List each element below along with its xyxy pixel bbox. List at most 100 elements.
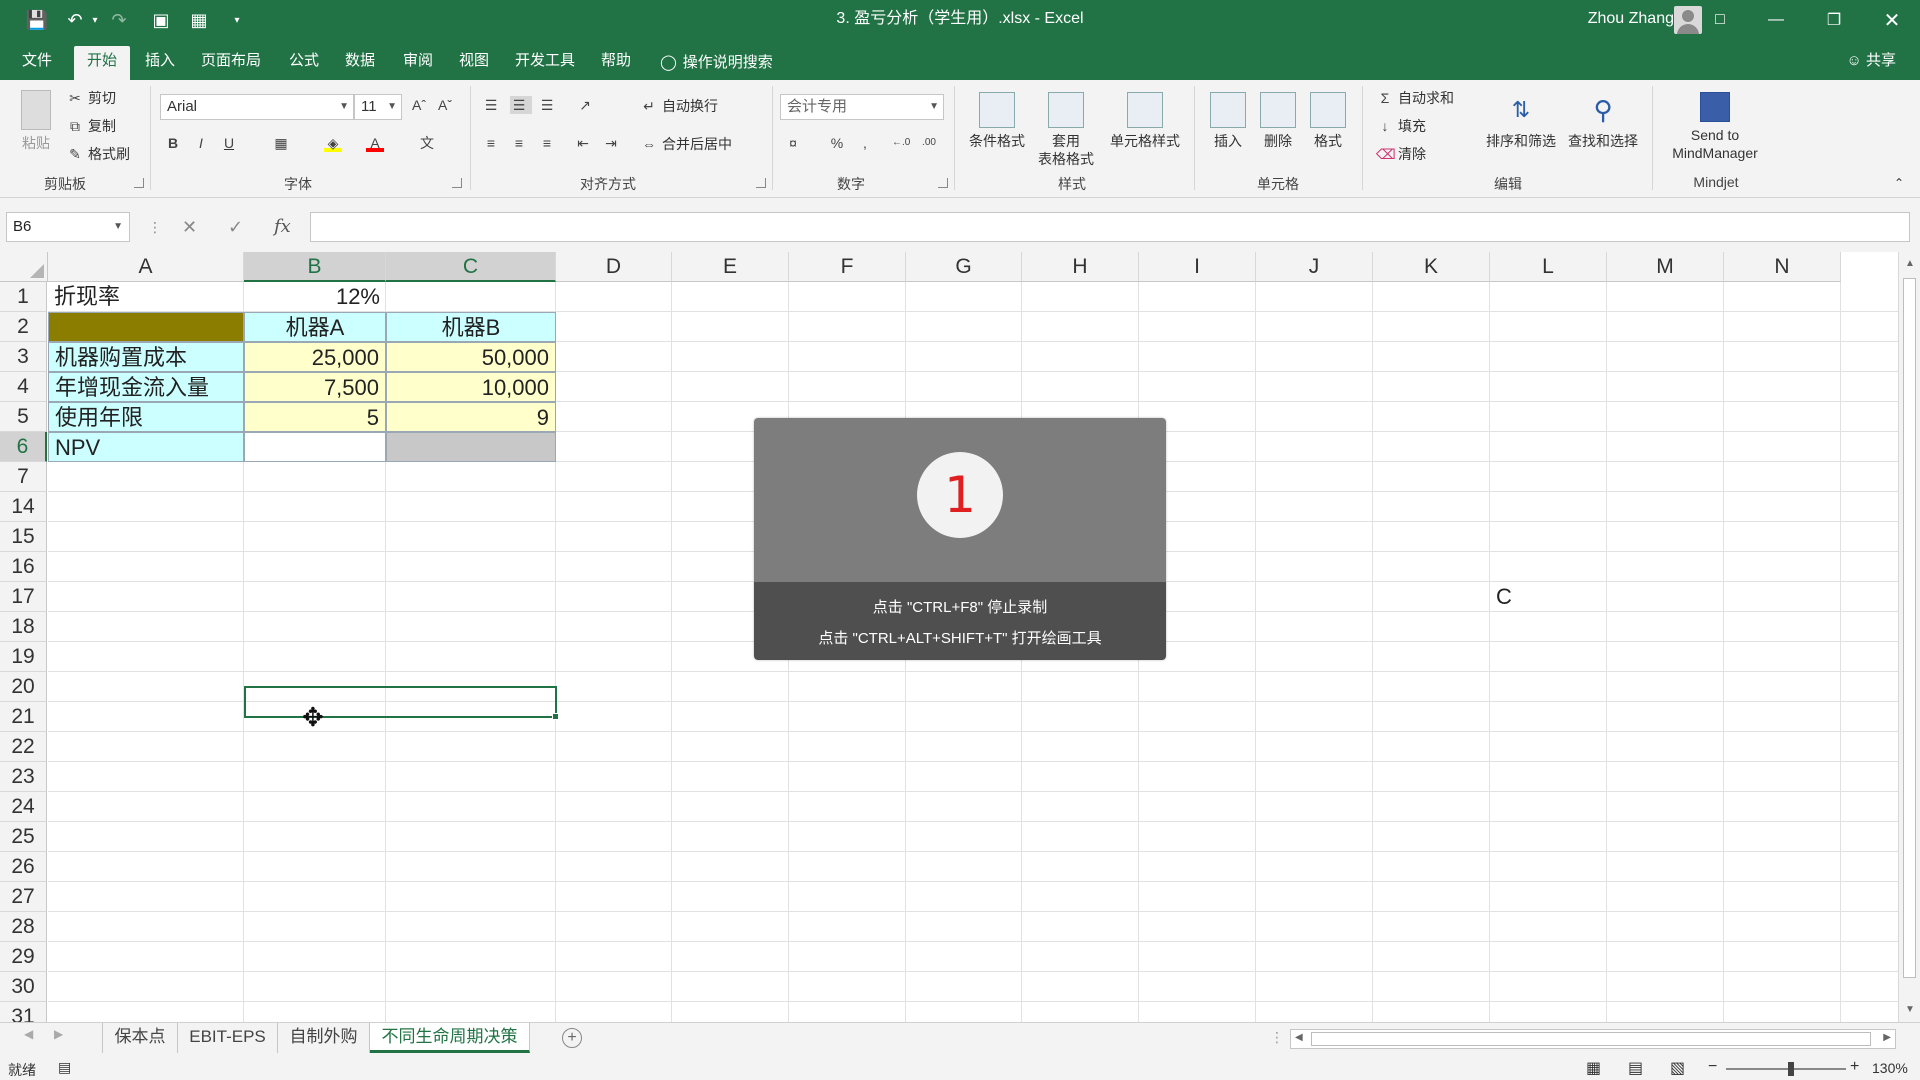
row-header-3[interactable]: 3 — [0, 342, 47, 372]
align-bottom-button[interactable]: ☰ — [538, 96, 560, 114]
align-middle-button[interactable]: ☰ — [510, 96, 532, 114]
tab-page-layout[interactable]: 页面布局 — [196, 46, 266, 80]
row-header-15[interactable]: 15 — [0, 522, 47, 552]
fill-handle[interactable] — [552, 713, 559, 720]
cell-b5[interactable]: 5 — [244, 402, 386, 432]
add-sheet-icon[interactable]: + — [562, 1028, 582, 1048]
zoom-in-icon[interactable]: + — [1850, 1058, 1859, 1076]
column-header-i[interactable]: I — [1139, 252, 1256, 282]
camera-icon[interactable]: ▣ — [146, 0, 176, 40]
tab-file[interactable]: 文件 — [14, 46, 60, 80]
tab-help[interactable]: 帮助 — [596, 46, 636, 80]
alignment-launcher-icon[interactable] — [756, 178, 766, 188]
copy-button[interactable]: ⧉ 复制 — [66, 116, 116, 136]
cell-a4[interactable]: 年增现金流入量 — [48, 372, 244, 402]
cell-c2[interactable]: 机器B — [386, 312, 556, 342]
next-sheet-icon[interactable]: ▶ — [54, 1027, 63, 1041]
tab-developer[interactable]: 开发工具 — [510, 46, 580, 80]
name-box[interactable]: B6 ▼ — [6, 212, 130, 242]
fill-color-button[interactable]: ◈ — [324, 134, 346, 152]
sheet-tab-make-buy[interactable]: 自制外购 — [278, 1023, 370, 1053]
row-header-1[interactable]: 1 — [0, 282, 47, 312]
decrease-decimal-button[interactable]: .00 — [920, 134, 942, 152]
save-icon[interactable]: 💾 — [22, 0, 52, 40]
scroll-left-icon[interactable]: ◀ — [1295, 1032, 1303, 1043]
autosum-button[interactable]: Σ 自动求和 — [1376, 88, 1454, 108]
column-header-c[interactable]: C — [386, 252, 556, 282]
format-cells-button[interactable]: 格式 — [1306, 92, 1350, 150]
vertical-scrollbar[interactable]: ▲ ▼ — [1898, 252, 1920, 1022]
clipboard-launcher-icon[interactable] — [134, 178, 144, 188]
tab-view[interactable]: 视图 — [454, 46, 494, 80]
borders-button[interactable]: ▦ — [272, 134, 294, 152]
user-name[interactable]: Zhou Zhang — [1588, 0, 1674, 40]
row-header-6[interactable]: 6 — [0, 432, 47, 462]
sheet-tab-breakeven[interactable]: 保本点 — [102, 1023, 178, 1053]
orientation-button[interactable]: ↗ — [576, 96, 598, 114]
sheet-tab-lifecycle[interactable]: 不同生命周期决策 — [370, 1023, 530, 1053]
cell-styles-button[interactable]: 单元格样式 — [1104, 92, 1186, 150]
row-header-22[interactable]: 22 — [0, 732, 47, 762]
font-name-select[interactable]: Arial ▼ — [160, 94, 354, 120]
align-center-button[interactable]: ≡ — [510, 134, 532, 152]
shrink-font-button[interactable]: Aˇ — [436, 96, 458, 114]
font-color-button[interactable]: A — [366, 134, 388, 152]
cell-c4[interactable]: 10,000 — [386, 372, 556, 402]
align-top-button[interactable]: ☰ — [482, 96, 504, 114]
row-header-14[interactable]: 14 — [0, 492, 47, 522]
row-header-23[interactable]: 23 — [0, 762, 47, 792]
insert-cells-button[interactable]: 插入 — [1206, 92, 1250, 150]
bold-button[interactable]: B — [164, 134, 186, 152]
font-size-select[interactable]: 11 ▼ — [354, 94, 402, 120]
send-to-mindmanager-button[interactable]: Send to MindManager — [1660, 92, 1770, 162]
find-select-button[interactable]: ⚲ 查找和选择 — [1562, 92, 1644, 150]
align-right-button[interactable]: ≡ — [538, 134, 560, 152]
normal-view-icon[interactable]: ▦ — [1586, 1058, 1601, 1078]
increase-decimal-button[interactable]: ←.0 — [892, 134, 914, 152]
tell-me-search[interactable]: ◯ 操作说明搜索 — [660, 46, 790, 80]
column-header-g[interactable]: G — [906, 252, 1022, 282]
minimize-icon[interactable]: — — [1748, 0, 1804, 40]
row-header-27[interactable]: 27 — [0, 882, 47, 912]
cancel-icon[interactable]: ✕ — [182, 212, 197, 242]
row-header-21[interactable]: 21 — [0, 702, 47, 732]
cell-a2[interactable] — [48, 312, 244, 342]
phonetic-button[interactable]: 文 — [418, 134, 440, 152]
column-header-n[interactable]: N — [1724, 252, 1841, 282]
prev-sheet-icon[interactable]: ◀ — [24, 1027, 33, 1041]
fill-button[interactable]: ↓ 填充 — [1376, 116, 1427, 136]
tab-formulas[interactable]: 公式 — [284, 46, 324, 80]
row-header-29[interactable]: 29 — [0, 942, 47, 972]
tab-split-handle-icon[interactable]: ⋮ — [1270, 1029, 1284, 1046]
zoom-slider[interactable] — [1726, 1062, 1846, 1076]
macro-record-icon[interactable]: ▤ — [58, 1059, 71, 1076]
scroll-down-icon[interactable]: ▼ — [1899, 1000, 1920, 1020]
tab-home[interactable]: 开始 — [74, 46, 130, 80]
row-header-24[interactable]: 24 — [0, 792, 47, 822]
column-header-a[interactable]: A — [48, 252, 244, 282]
cut-button[interactable]: ✂ 剪切 — [66, 88, 116, 108]
zoom-out-icon[interactable]: − — [1708, 1058, 1717, 1076]
underline-button[interactable]: U — [220, 134, 242, 152]
column-header-h[interactable]: H — [1022, 252, 1139, 282]
share-button[interactable]: ☺ 共享 — [1846, 46, 1896, 76]
select-all-corner[interactable] — [0, 252, 48, 282]
italic-button[interactable]: I — [192, 134, 214, 152]
accounting-format-button[interactable]: ¤ — [784, 134, 806, 152]
horizontal-scrollbar[interactable]: ◀ ▶ — [1290, 1029, 1896, 1049]
page-break-view-icon[interactable]: ▧ — [1670, 1058, 1685, 1078]
row-header-17[interactable]: 17 — [0, 582, 47, 612]
column-header-b[interactable]: B — [244, 252, 386, 282]
row-header-20[interactable]: 20 — [0, 672, 47, 702]
wrap-text-button[interactable]: ↵ 自动换行 — [640, 96, 718, 116]
row-header-16[interactable]: 16 — [0, 552, 47, 582]
cell-c3[interactable]: 50,000 — [386, 342, 556, 372]
cell-a5[interactable]: 使用年限 — [48, 402, 244, 432]
close-icon[interactable]: ✕ — [1864, 0, 1920, 40]
cell-a3[interactable]: 机器购置成本 — [48, 342, 244, 372]
enter-icon[interactable]: ✓ — [228, 212, 243, 242]
grow-font-button[interactable]: Aˆ — [410, 96, 432, 114]
format-painter-button[interactable]: ✎ 格式刷 — [66, 144, 130, 164]
row-header-19[interactable]: 19 — [0, 642, 47, 672]
cell-c5[interactable]: 9 — [386, 402, 556, 432]
